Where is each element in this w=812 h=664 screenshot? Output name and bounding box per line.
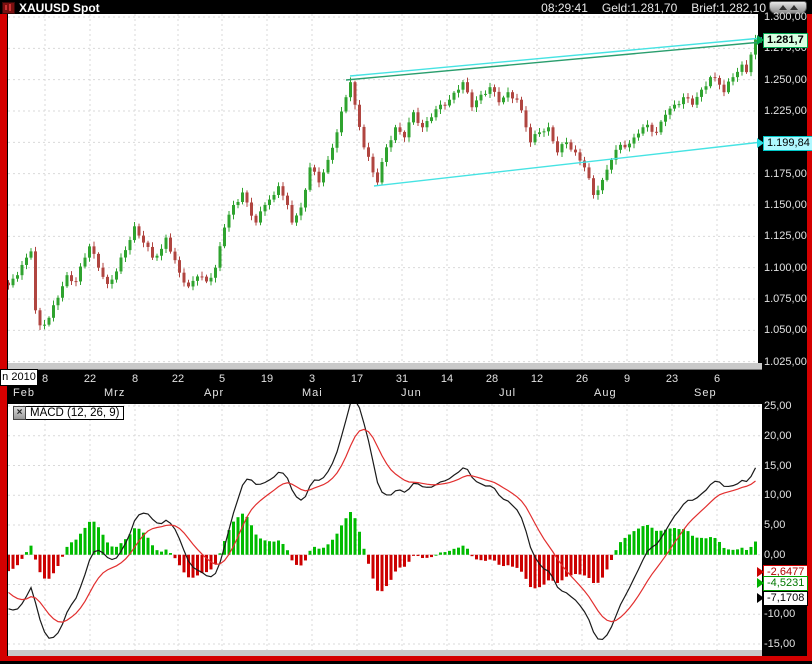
chart-canvas[interactable] [0,0,812,664]
price-tick-label: 1.300,00 [764,11,810,23]
arrow-right-icon [757,35,764,45]
bid-text: Geld:1.281,70 [602,1,677,15]
macd-tick-label: 20,00 [764,430,810,442]
month-tick-label: Sep [694,387,717,399]
quote-bar: 08:29:41 Geld:1.281,70 Brief:1.282,10 [527,1,766,15]
window-border-bottom [0,656,812,661]
price-tick-label: 1.025,00 [764,356,810,368]
panel-divider [8,363,762,370]
day-tick-label: 3 [301,373,323,385]
trendline-price-marker: 1.199,84 [763,136,812,151]
price-tick-label: 1.175,00 [764,168,810,180]
chevron-up-icon [779,5,787,10]
month-tick-label: Apr [204,387,224,399]
year-box: n 2010 [0,369,38,386]
macd-value-marker: -7,1708 [763,591,808,606]
day-tick-label: 6 [706,373,728,385]
macd-tick-label: 10,00 [764,489,810,501]
macd-tick-label: 15,00 [764,460,810,472]
chevron-up-icon [790,5,798,10]
window-border-left [0,13,7,658]
day-tick-label: 12 [526,373,548,385]
macd-tick-label: 25,00 [764,400,810,412]
price-tick-label: 1.225,00 [764,105,810,117]
close-icon[interactable]: × [13,406,26,420]
day-tick-label: 26 [571,373,593,385]
price-tick-label: 1.075,00 [764,293,810,305]
month-tick-label: Aug [594,387,617,399]
macd-tick-label: 0,00 [764,549,810,561]
month-tick-label: Jul [499,387,516,399]
day-tick-label: 5 [211,373,233,385]
day-tick-label: 31 [391,373,413,385]
price-tick-label: 1.125,00 [764,230,810,242]
arrow-right-icon [757,593,764,603]
month-tick-label: Jun [401,387,422,399]
window-title: XAUUSD Spot [19,1,100,15]
day-tick-label: 28 [481,373,503,385]
macd-tick-label: -15,00 [764,638,810,650]
day-tick-label: 22 [167,373,189,385]
ask-text: Brief:1.282,10 [691,1,766,15]
price-tick-label: 1.150,00 [764,199,810,211]
price-tick-label: 1.050,00 [764,324,810,336]
day-tick-label: 19 [256,373,278,385]
macd-tick-label: -10,00 [764,608,810,620]
day-tick-label: 14 [436,373,458,385]
price-tick-label: 1.100,00 [764,262,810,274]
chart-icon [2,2,15,14]
arrow-right-icon [757,138,764,148]
day-tick-label: 9 [616,373,638,385]
month-tick-label: Mai [302,387,323,399]
month-tick-label: Mrz [104,387,125,399]
macd-tick-label: 5,00 [764,519,810,531]
day-tick-label: 23 [661,373,683,385]
day-tick-label: 8 [124,373,146,385]
title-bar[interactable]: XAUUSD Spot 08:29:41 Geld:1.281,70 Brief:1… [0,0,812,14]
indicator-name: MACD (12, 26, 9) [26,406,124,420]
macd-value-marker: -4,5231 [763,576,808,591]
clock-text: 08:29:41 [541,1,588,15]
arrow-right-icon [757,578,764,588]
day-tick-label: 22 [79,373,101,385]
last-price-marker: 1.281,7 [763,33,808,48]
chart-window: XAUUSD Spot 08:29:41 Geld:1.281,70 Brief:1… [0,0,812,664]
day-tick-label: 17 [346,373,368,385]
indicator-label: × MACD (12, 26, 9) [13,406,124,420]
month-tick-label: Feb [13,387,35,399]
main-panel [8,14,758,363]
price-tick-label: 1.250,00 [764,74,810,86]
